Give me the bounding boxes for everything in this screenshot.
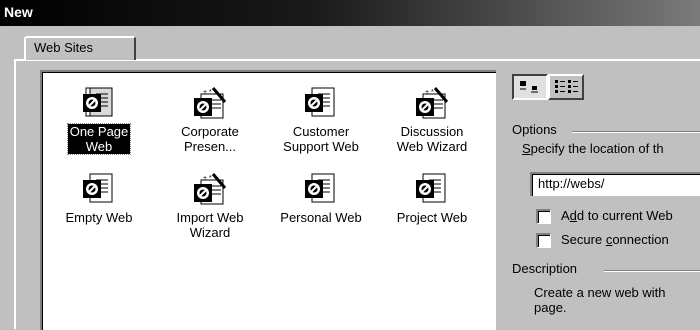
add-to-current-web-mnemonic: d (569, 208, 577, 223)
web-page-icon (83, 87, 113, 117)
list-view-button[interactable] (548, 74, 584, 100)
window-title: New (4, 4, 33, 20)
template-label: Web Wizard (396, 139, 468, 154)
template-label: Customer (292, 124, 350, 139)
add-to-current-web-text: d to current Web (576, 208, 673, 223)
title-bar[interactable]: New (0, 0, 700, 26)
template-label: Corporate (181, 124, 239, 139)
template-discussion-web-wizard[interactable]: + * + Discussion Web Wizard (377, 86, 487, 154)
list-view-icon (555, 80, 578, 93)
secure-connection-text: Secure (561, 232, 606, 247)
template-list[interactable]: One Page Web + * + Corporate Presen... C… (40, 70, 496, 330)
add-to-current-web-checkbox[interactable] (536, 209, 551, 224)
template-import-web-wizard[interactable]: + * + Import Web Wizard (155, 172, 265, 240)
template-one-page-web[interactable]: One Page Web (44, 86, 154, 155)
svg-text:+ * +: + * + (203, 175, 218, 182)
description-divider (604, 270, 700, 272)
template-label: Import Web (176, 210, 244, 225)
add-to-current-web-text: A (561, 208, 570, 223)
secure-connection-label[interactable]: Secure connection (561, 232, 669, 247)
template-project-web[interactable]: Project Web (377, 172, 487, 225)
location-label-text: pecify the location of th (530, 141, 664, 156)
template-label: Wizard (189, 225, 231, 240)
template-empty-web[interactable]: Empty Web (44, 172, 154, 225)
template-customer-support-web[interactable]: Customer Support Web (266, 86, 376, 154)
wizard-icon: + * + (416, 87, 449, 119)
location-input[interactable]: http://webs/ (530, 172, 700, 196)
template-label: Empty Web (65, 210, 133, 225)
options-group-label: Options (512, 122, 561, 137)
add-to-current-web-label[interactable]: Add to current Web (561, 208, 673, 223)
template-label: Presen... (183, 139, 237, 154)
web-page-icon (83, 173, 113, 203)
tab-web-sites[interactable]: Web Sites (24, 36, 136, 60)
web-page-icon (416, 173, 446, 203)
template-label: Web (85, 139, 113, 154)
options-divider (572, 131, 700, 133)
large-icons-view-icon (520, 81, 538, 93)
description-text: Create a new web with (534, 285, 666, 300)
template-personal-web[interactable]: Personal Web (266, 172, 376, 225)
template-label: One Page (69, 124, 129, 139)
template-label: Support Web (283, 139, 359, 154)
svg-text:+ * +: + * + (425, 89, 440, 96)
location-label: Specify the location of th (522, 141, 664, 156)
template-label: Project Web (396, 210, 468, 225)
secure-connection-text: onnection (612, 232, 669, 247)
template-label: Discussion (400, 124, 464, 139)
wizard-icon: + * + (194, 173, 227, 205)
new-dialog: New Web Sites One Page Web + * + Corpora… (0, 0, 700, 330)
template-corporate-presence[interactable]: + * + Corporate Presen... (155, 86, 265, 154)
secure-connection-checkbox[interactable] (536, 233, 551, 248)
web-page-icon (305, 173, 335, 203)
description-group-label: Description (512, 261, 582, 276)
wizard-icon: + * + (194, 87, 227, 119)
location-label-mnemonic: S (522, 141, 531, 156)
large-icons-view-button[interactable] (512, 74, 548, 100)
template-label: Personal Web (280, 210, 362, 225)
svg-text:+ * +: + * + (203, 89, 218, 96)
web-page-icon (305, 87, 335, 117)
